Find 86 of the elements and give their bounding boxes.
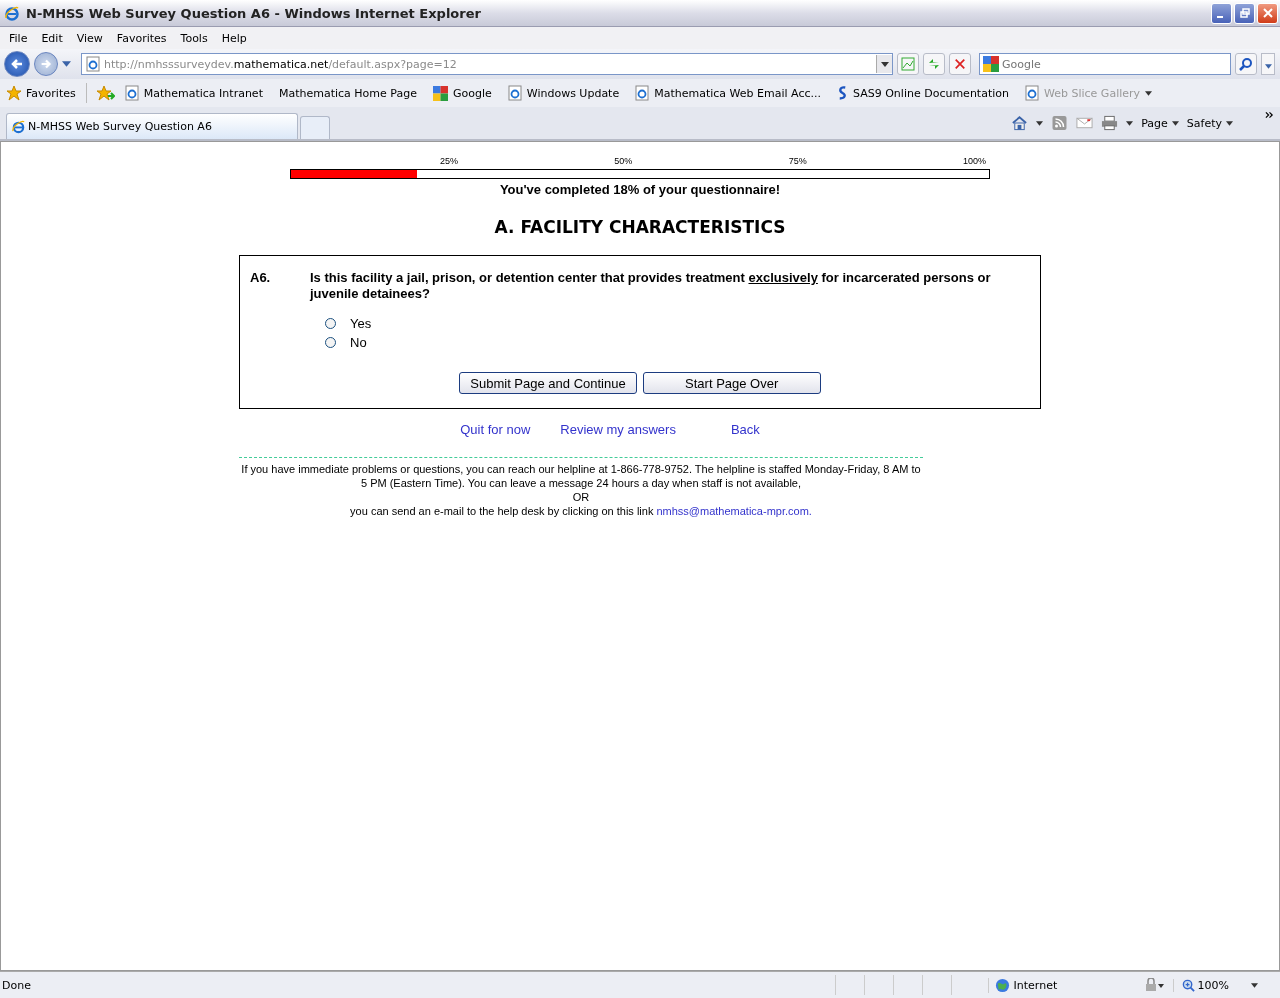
- s-logo-icon: [837, 85, 848, 101]
- menu-item[interactable]: View: [69, 31, 110, 45]
- minimize-button[interactable]: [1211, 2, 1232, 24]
- search-icon: [1239, 57, 1253, 71]
- restore-icon: [1239, 8, 1250, 18]
- close-button[interactable]: [1257, 2, 1278, 24]
- option-label[interactable]: Yes: [350, 316, 372, 331]
- browser-logo-icon: [11, 119, 26, 134]
- page-icon: [507, 85, 522, 101]
- nav-link[interactable]: Back: [730, 422, 760, 437]
- right-arrow-icon: [39, 57, 53, 71]
- url-text: http://nmhsssurveydev.mathematica.net/default.aspx?page=12: [104, 57, 458, 71]
- page-icon: [124, 85, 139, 101]
- search-button[interactable]: [1235, 53, 1257, 75]
- email-link[interactable]: nmhss@mathematica-mpr.com.: [656, 505, 812, 517]
- help-text: you can send an e-mail to the help desk by clicking on this link nmhss@mathematica-mpr.com.: [349, 504, 813, 518]
- command-menu[interactable]: Safety: [1186, 116, 1233, 130]
- page-icon: [86, 56, 100, 72]
- browser-tab[interactable]: N-MHSS Web Survey Question A6: [6, 113, 298, 139]
- colored-squares-icon: [432, 85, 448, 101]
- menu-item[interactable]: Favorites: [109, 31, 174, 45]
- favorites-link[interactable]: Mathematica Intranet: [124, 85, 263, 101]
- page-icon: [1025, 85, 1039, 101]
- globe-icon: [994, 977, 1010, 993]
- page-icon: [635, 85, 650, 101]
- back-button[interactable]: [4, 51, 30, 77]
- option-label[interactable]: No: [350, 335, 367, 350]
- close-icon: [1262, 8, 1273, 18]
- search-options-button[interactable]: [1261, 53, 1275, 75]
- caret-icon[interactable]: [1251, 982, 1258, 988]
- caret-icon: [1171, 120, 1179, 126]
- caret-icon[interactable]: [1126, 120, 1134, 126]
- feed-icon[interactable]: [1051, 115, 1069, 131]
- question-number: A6.: [250, 270, 272, 287]
- address-field[interactable]: http://nmhsssurveydev.mathematica.net/default.aspx?page=12: [81, 53, 893, 75]
- stop-button[interactable]: [949, 53, 971, 75]
- nav-link[interactable]: Quit for now: [460, 422, 531, 437]
- form-button[interactable]: Submit Page and Continue: [459, 372, 637, 394]
- restore-button[interactable]: [1234, 2, 1255, 24]
- caret-icon[interactable]: [1036, 120, 1044, 126]
- refresh-icon: [927, 57, 941, 71]
- caret-icon: [880, 61, 889, 67]
- zoom-icon: [1181, 978, 1195, 992]
- progress-caption: You've completed 18% of your questionnaire!: [498, 182, 782, 197]
- question-text: Is this facility a jail, prison, or detention center that provides treatment exclusively for incarcerated persons or juvenile detainees?: [310, 270, 992, 302]
- section-title: A. FACILITY CHARACTERISTICS: [493, 217, 787, 237]
- forward-button[interactable]: [34, 52, 58, 76]
- favorites-link[interactable]: Google: [432, 85, 492, 101]
- caret-icon: [1145, 90, 1153, 96]
- minimize-icon: [1217, 15, 1223, 18]
- menu-item[interactable]: Edit: [34, 31, 70, 45]
- browser-logo-icon: [4, 5, 20, 21]
- favorites-link[interactable]: Windows Update: [507, 85, 620, 101]
- progress-tick-label: 50%: [614, 156, 633, 166]
- menu-item[interactable]: Help: [214, 31, 254, 45]
- security-zone: Internet: [987, 977, 1135, 993]
- window-title: N-MHSS Web Survey Question A6 - Windows Internet Explorer: [26, 5, 482, 21]
- favorites-link[interactable]: Mathematica Home Page: [278, 86, 417, 100]
- print-icon[interactable]: [1101, 115, 1119, 131]
- command-menu[interactable]: Page: [1141, 116, 1179, 130]
- menu-item[interactable]: File: [2, 31, 35, 45]
- zoom-level[interactable]: 100%: [1172, 978, 1229, 992]
- chart-page-icon: [901, 57, 915, 71]
- status-text: Done: [2, 978, 32, 992]
- progress-tick-label: 25%: [440, 156, 458, 166]
- chevron-icon[interactable]: [1265, 111, 1274, 119]
- help-text: OR: [571, 490, 591, 504]
- progress-tick-label: 75%: [788, 156, 807, 166]
- close-icon: [954, 58, 966, 70]
- radio-button[interactable]: [325, 318, 336, 329]
- help-text: If you have immediate problems or questions, you can reach our helpline at 1-866-778-9752. The helpline is staffed Monday-Friday, 8 AM to 5 PM (Eastern Time). You can leave a message 24 hours a day when staff is not available,: [240, 462, 922, 490]
- radio-button[interactable]: [325, 337, 336, 348]
- form-button[interactable]: Start Page Over: [642, 372, 821, 394]
- star-icon: [6, 85, 22, 101]
- caret-icon: [1226, 120, 1233, 126]
- menu-item[interactable]: Tools: [173, 31, 215, 45]
- add-favorite-icon[interactable]: [96, 85, 115, 101]
- home-icon[interactable]: [1011, 115, 1029, 131]
- address-dropdown-button[interactable]: [876, 55, 892, 73]
- nav-link[interactable]: Review my answers: [560, 422, 676, 437]
- favorites-link[interactable]: SAS9 Online Documentation: [837, 85, 1009, 101]
- progress-tick-label: 100%: [962, 156, 986, 166]
- caret-icon: [1264, 63, 1272, 69]
- favorites-button[interactable]: Favorites: [6, 85, 76, 101]
- dropdown-caret-icon[interactable]: [62, 61, 71, 67]
- favorites-link[interactable]: Mathematica Web Email Acc...: [635, 85, 821, 101]
